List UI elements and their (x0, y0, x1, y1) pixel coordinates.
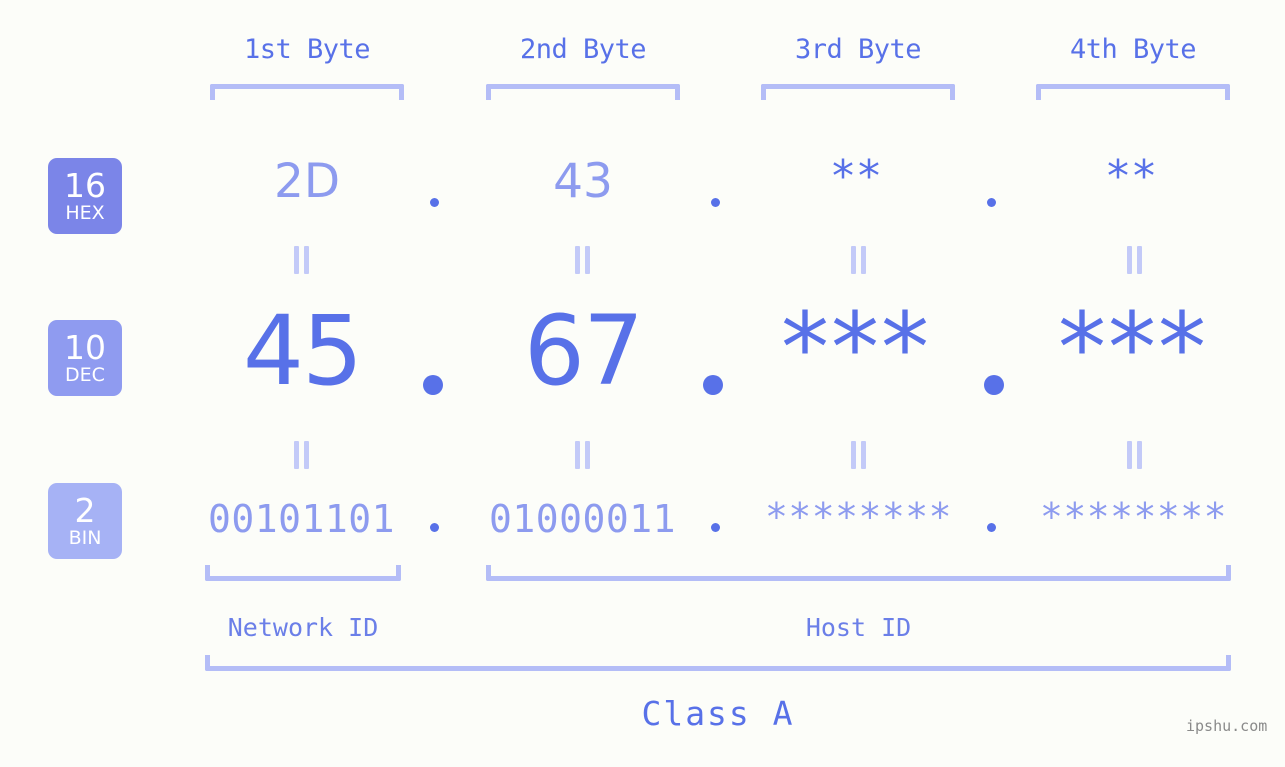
radix-badge-bin-number: 2 (74, 491, 96, 530)
watermark: ipshu.com (1186, 717, 1268, 735)
equality-mark-dec-bin-3 (848, 441, 868, 469)
radix-badge-hex-system: HEX (65, 202, 105, 224)
hex-separator-dot-2 (711, 198, 720, 207)
radix-badge-hex-number: 16 (64, 166, 106, 205)
equality-mark-hex-dec-1 (291, 246, 311, 274)
host-id-label: Host ID (805, 613, 912, 642)
class-bracket (205, 655, 1231, 671)
radix-badge-dec-number: 10 (64, 328, 106, 367)
radix-badge-dec: 10 DEC (48, 320, 122, 396)
byte-bracket-top-3 (761, 84, 955, 100)
equality-mark-hex-dec-3 (848, 246, 868, 274)
bin-separator-dot-3 (987, 523, 996, 532)
radix-badge-bin: 2 BIN (48, 483, 122, 559)
host-id-bracket (486, 565, 1231, 581)
byte-bracket-top-2 (486, 84, 680, 100)
radix-badge-bin-system: BIN (68, 527, 102, 549)
equality-mark-dec-bin-2 (572, 441, 592, 469)
class-label: Class A (641, 694, 795, 733)
byte-header-2: 2nd Byte (519, 34, 647, 65)
dec-byte-3-value: *** (781, 292, 931, 404)
dec-separator-dot-2 (703, 375, 723, 395)
equality-mark-dec-bin-1 (291, 441, 311, 469)
network-id-label: Network ID (227, 613, 379, 642)
hex-separator-dot-1 (430, 198, 439, 207)
byte-header-1: 1st Byte (243, 34, 371, 65)
radix-badge-hex: 16 HEX (48, 158, 122, 234)
bin-byte-2-value: 01000011 (488, 497, 677, 541)
dec-byte-2-value: 67 (523, 295, 644, 407)
equality-mark-hex-dec-4 (1124, 246, 1144, 274)
bin-byte-1-value: 00101101 (207, 497, 396, 541)
dec-separator-dot-3 (984, 375, 1004, 395)
byte-bracket-top-4 (1036, 84, 1230, 100)
hex-byte-2-value: 43 (553, 154, 613, 209)
bin-separator-dot-1 (430, 523, 439, 532)
bin-byte-4-value: ******** (1039, 495, 1228, 539)
network-id-bracket (205, 565, 401, 581)
bin-byte-3-value: ******** (764, 495, 953, 539)
byte-header-3: 3rd Byte (794, 34, 922, 65)
hex-byte-4-value: ** (1107, 151, 1159, 202)
hex-byte-3-value: ** (832, 151, 884, 202)
equality-mark-dec-bin-4 (1124, 441, 1144, 469)
hex-byte-1-value: 2D (273, 154, 341, 209)
byte-bracket-top-1 (210, 84, 404, 100)
dec-byte-4-value: *** (1058, 292, 1208, 404)
byte-header-4: 4th Byte (1069, 34, 1197, 65)
hex-separator-dot-3 (987, 198, 996, 207)
radix-badge-dec-system: DEC (65, 364, 105, 386)
equality-mark-hex-dec-2 (572, 246, 592, 274)
dec-byte-1-value: 45 (242, 295, 363, 407)
diagram-canvas: 1st Byte 2nd Byte 3rd Byte 4th Byte 16 H… (0, 0, 1285, 767)
bin-separator-dot-2 (711, 523, 720, 532)
dec-separator-dot-1 (423, 375, 443, 395)
